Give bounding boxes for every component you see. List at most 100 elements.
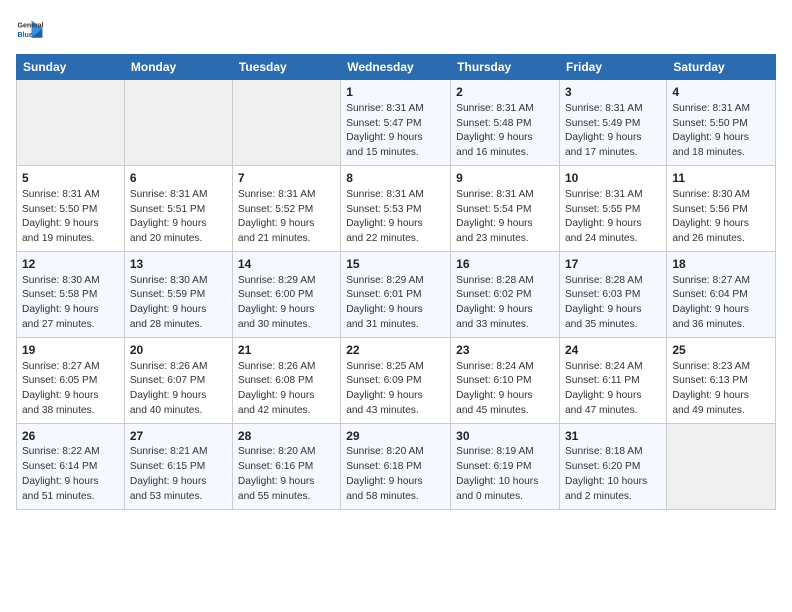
calendar-day-11: 11Sunrise: 8:30 AMSunset: 5:56 PMDayligh… [667,165,776,251]
day-number: 24 [565,342,661,359]
day-info-line: and 24 minutes. [565,233,638,244]
calendar-header-row: SundayMondayTuesdayWednesdayThursdayFrid… [17,55,776,80]
day-info-line: and 30 minutes. [238,319,311,330]
day-info-line: Sunrise: 8:20 AM [238,446,316,457]
day-number: 26 [22,428,119,445]
day-info-line: Sunrise: 8:27 AM [22,361,100,372]
day-number: 1 [346,84,445,101]
day-number: 28 [238,428,335,445]
day-info-line: Sunrise: 8:18 AM [565,446,643,457]
day-content: Sunrise: 8:31 AMSunset: 5:48 PMDaylight:… [456,102,554,161]
day-number: 10 [565,170,661,187]
day-content: Sunrise: 8:24 AMSunset: 6:10 PMDaylight:… [456,360,554,419]
day-info-line: Sunset: 6:18 PM [346,461,421,472]
day-info-line: Sunrise: 8:24 AM [456,361,534,372]
calendar-day-23: 23Sunrise: 8:24 AMSunset: 6:10 PMDayligh… [451,337,560,423]
day-info-line: Sunset: 5:51 PM [130,204,205,215]
calendar-day-14: 14Sunrise: 8:29 AMSunset: 6:00 PMDayligh… [232,251,340,337]
day-info-line: Sunrise: 8:20 AM [346,446,424,457]
calendar-day-6: 6Sunrise: 8:31 AMSunset: 5:51 PMDaylight… [124,165,232,251]
calendar-day-2: 2Sunrise: 8:31 AMSunset: 5:48 PMDaylight… [451,80,560,166]
day-content: Sunrise: 8:28 AMSunset: 6:02 PMDaylight:… [456,274,554,333]
generalblue-logo-icon: General Blue [16,16,44,44]
day-number: 8 [346,170,445,187]
day-info-line: Sunset: 6:15 PM [130,461,205,472]
day-info-line: Sunrise: 8:26 AM [238,361,316,372]
day-number: 9 [456,170,554,187]
page: General Blue SundayMondayTuesdayWednesda… [0,0,792,612]
day-info-line: Sunset: 5:55 PM [565,204,640,215]
day-info-line: Daylight: 9 hours [346,476,422,487]
day-info-line: and 26 minutes. [672,233,745,244]
day-info-line: Daylight: 9 hours [456,304,532,315]
day-content: Sunrise: 8:27 AMSunset: 6:05 PMDaylight:… [22,360,119,419]
day-info-line: and 27 minutes. [22,319,95,330]
day-content: Sunrise: 8:30 AMSunset: 5:59 PMDaylight:… [130,274,227,333]
day-number: 20 [130,342,227,359]
calendar-day-12: 12Sunrise: 8:30 AMSunset: 5:58 PMDayligh… [17,251,125,337]
day-info-line: Sunrise: 8:31 AM [346,189,424,200]
calendar-day-10: 10Sunrise: 8:31 AMSunset: 5:55 PMDayligh… [560,165,667,251]
day-number: 21 [238,342,335,359]
day-info-line: and 18 minutes. [672,147,745,158]
day-content: Sunrise: 8:31 AMSunset: 5:52 PMDaylight:… [238,188,335,247]
day-number: 4 [672,84,770,101]
day-info-line: Sunset: 6:13 PM [672,375,747,386]
day-content: Sunrise: 8:31 AMSunset: 5:50 PMDaylight:… [22,188,119,247]
day-info-line: and 45 minutes. [456,405,529,416]
day-info-line: Sunset: 6:11 PM [565,375,640,386]
day-info-line: Daylight: 9 hours [130,390,206,401]
day-info-line: Daylight: 9 hours [22,304,98,315]
day-info-line: Sunset: 6:09 PM [346,375,421,386]
day-info-line: Daylight: 9 hours [130,218,206,229]
day-info-line: Sunrise: 8:31 AM [565,189,643,200]
day-info-line: and 43 minutes. [346,405,419,416]
day-info-line: Sunrise: 8:31 AM [456,103,534,114]
calendar-day-7: 7Sunrise: 8:31 AMSunset: 5:52 PMDaylight… [232,165,340,251]
day-info-line: Sunset: 5:48 PM [456,118,531,129]
day-info-line: Daylight: 9 hours [346,390,422,401]
day-info-line: Sunset: 6:14 PM [22,461,97,472]
day-number: 31 [565,428,661,445]
day-content: Sunrise: 8:26 AMSunset: 6:08 PMDaylight:… [238,360,335,419]
weekday-header-sunday: Sunday [17,55,125,80]
day-info-line: Sunrise: 8:28 AM [565,275,643,286]
day-info-line: Sunset: 6:20 PM [565,461,640,472]
day-info-line: and 0 minutes. [456,491,523,502]
day-info-line: and 31 minutes. [346,319,419,330]
day-number: 11 [672,170,770,187]
calendar-week-row: 12Sunrise: 8:30 AMSunset: 5:58 PMDayligh… [17,251,776,337]
day-info-line: and 36 minutes. [672,319,745,330]
day-info-line: Daylight: 9 hours [238,304,314,315]
day-info-line: Daylight: 10 hours [565,476,647,487]
weekday-header-monday: Monday [124,55,232,80]
calendar-day-1: 1Sunrise: 8:31 AMSunset: 5:47 PMDaylight… [341,80,451,166]
day-info-line: Sunset: 5:54 PM [456,204,531,215]
day-number: 18 [672,256,770,273]
day-info-line: and 40 minutes. [130,405,203,416]
day-content: Sunrise: 8:30 AMSunset: 5:58 PMDaylight:… [22,274,119,333]
day-info-line: and 23 minutes. [456,233,529,244]
day-info-line: and 55 minutes. [238,491,311,502]
day-info-line: and 22 minutes. [346,233,419,244]
calendar-day-27: 27Sunrise: 8:21 AMSunset: 6:15 PMDayligh… [124,423,232,509]
calendar-day-20: 20Sunrise: 8:26 AMSunset: 6:07 PMDayligh… [124,337,232,423]
day-info-line: Sunset: 6:05 PM [22,375,97,386]
day-content: Sunrise: 8:31 AMSunset: 5:54 PMDaylight:… [456,188,554,247]
day-info-line: Daylight: 9 hours [672,132,748,143]
day-number: 25 [672,342,770,359]
day-info-line: Daylight: 9 hours [672,390,748,401]
calendar-empty-cell [17,80,125,166]
day-info-line: Daylight: 9 hours [456,218,532,229]
day-content: Sunrise: 8:29 AMSunset: 6:00 PMDaylight:… [238,274,335,333]
calendar-day-28: 28Sunrise: 8:20 AMSunset: 6:16 PMDayligh… [232,423,340,509]
calendar-day-8: 8Sunrise: 8:31 AMSunset: 5:53 PMDaylight… [341,165,451,251]
day-number: 13 [130,256,227,273]
day-info-line: Sunset: 6:04 PM [672,289,747,300]
day-info-line: Daylight: 10 hours [456,476,538,487]
day-number: 22 [346,342,445,359]
day-info-line: and 15 minutes. [346,147,419,158]
day-info-line: Daylight: 9 hours [672,218,748,229]
day-info-line: Sunrise: 8:29 AM [238,275,316,286]
day-number: 3 [565,84,661,101]
